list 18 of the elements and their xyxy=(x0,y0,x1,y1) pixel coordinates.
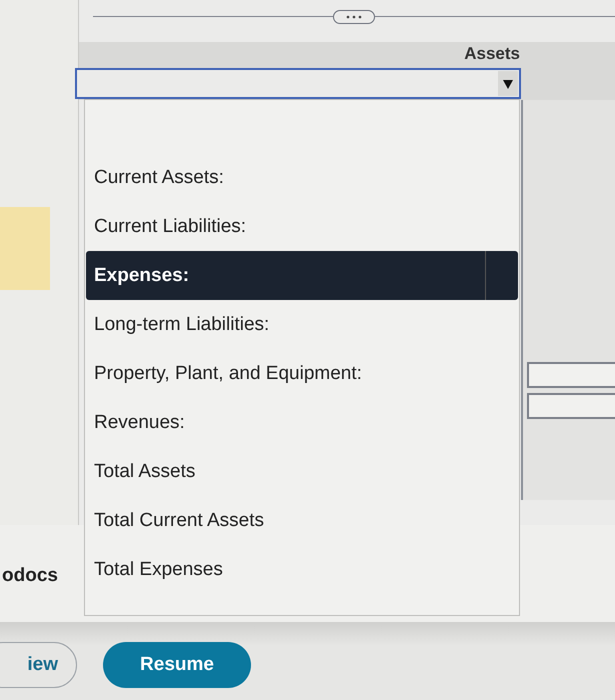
row-label: odocs xyxy=(2,564,58,586)
input-field[interactable] xyxy=(527,393,615,419)
more-icon[interactable] xyxy=(333,10,375,24)
dropdown-option[interactable]: Total Expenses xyxy=(86,545,518,594)
dropdown-option[interactable]: Revenues: xyxy=(86,398,518,447)
dropdown-option[interactable]: Long-term Liabilities: xyxy=(86,300,518,349)
dropdown-option[interactable]: Property, Plant, and Equipment: xyxy=(86,349,518,398)
input-field[interactable] xyxy=(527,362,615,388)
dropdown-option[interactable]: Current Liabilities: xyxy=(86,202,518,251)
dropdown-option[interactable]: Expenses: xyxy=(86,251,518,300)
column-header: Assets xyxy=(464,44,520,64)
caret-icon[interactable] xyxy=(498,71,518,96)
dropdown-option[interactable]: Current Assets: xyxy=(86,153,518,202)
resume-button[interactable]: Resume xyxy=(103,642,251,688)
dropdown-option[interactable]: Total Assets xyxy=(86,447,518,496)
view-button[interactable]: iew xyxy=(0,642,77,688)
dropdown-field[interactable] xyxy=(75,68,521,99)
dropdown-option[interactable]: Total Current Assets xyxy=(86,496,518,545)
